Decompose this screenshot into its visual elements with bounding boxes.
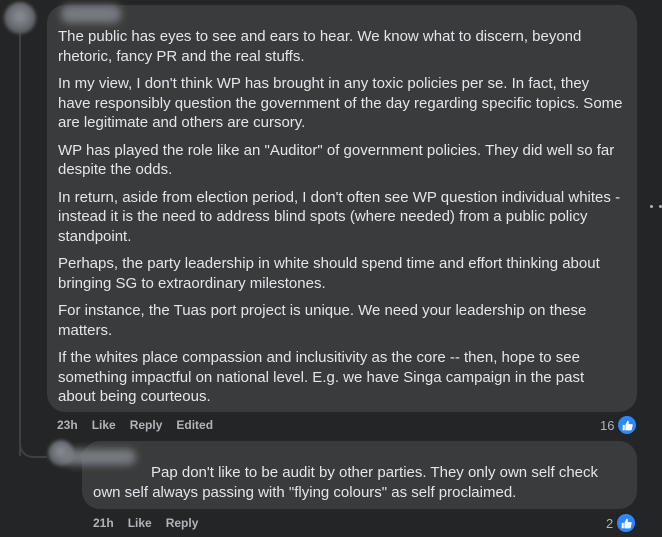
like-thumb-icon	[616, 414, 639, 436]
reply-text: Pap don't like to be audit by other part…	[93, 464, 599, 501]
reaction-count: 16	[600, 417, 615, 433]
comment-paragraph: In my view, I don't think WP has brought…	[58, 75, 623, 131]
like-button[interactable]: Like	[92, 418, 116, 432]
comment-paragraph: If the whites place compassion and inclu…	[58, 349, 585, 405]
comment-paragraph: In return, aside from election period, I…	[58, 188, 621, 245]
thread-connector-curve	[19, 432, 47, 458]
more-options-icon[interactable]	[650, 196, 662, 216]
edited-label[interactable]: Edited	[176, 418, 213, 432]
commenter-name-redacted[interactable]	[61, 5, 121, 23]
comment-reactions[interactable]: 16	[600, 414, 639, 436]
reply-reaction-count: 2	[606, 515, 614, 531]
reply-like-button[interactable]: Like	[128, 516, 152, 530]
comment-paragraph: For instance, the Tuas port project is u…	[58, 302, 587, 339]
comment-timestamp[interactable]: 23h	[57, 418, 78, 432]
comment-paragraph: Perhaps, the party leadership in white s…	[58, 255, 600, 292]
reply-bubble: Pap don't like to be audit by other part…	[62, 441, 637, 509]
comment-bubble: The public has eyes to see and ears to h…	[47, 5, 637, 412]
commenter-avatar[interactable]	[4, 2, 36, 34]
replier-name-redacted[interactable]	[62, 449, 136, 465]
comment-paragraph: The public has eyes to see and ears to h…	[58, 28, 582, 65]
like-thumb-icon	[615, 512, 638, 534]
reply-timestamp[interactable]: 21h	[93, 516, 114, 530]
comment-actions: 23h Like Reply Edited	[57, 418, 227, 432]
reply-reply-button[interactable]: Reply	[166, 516, 199, 530]
thread-connector-line	[19, 26, 21, 456]
reply-button[interactable]: Reply	[130, 418, 163, 432]
reply-reactions[interactable]: 2	[606, 512, 638, 534]
comment-paragraph: WP has played the role like an "Auditor"…	[58, 141, 615, 179]
reply-actions: 21h Like Reply	[93, 516, 212, 530]
